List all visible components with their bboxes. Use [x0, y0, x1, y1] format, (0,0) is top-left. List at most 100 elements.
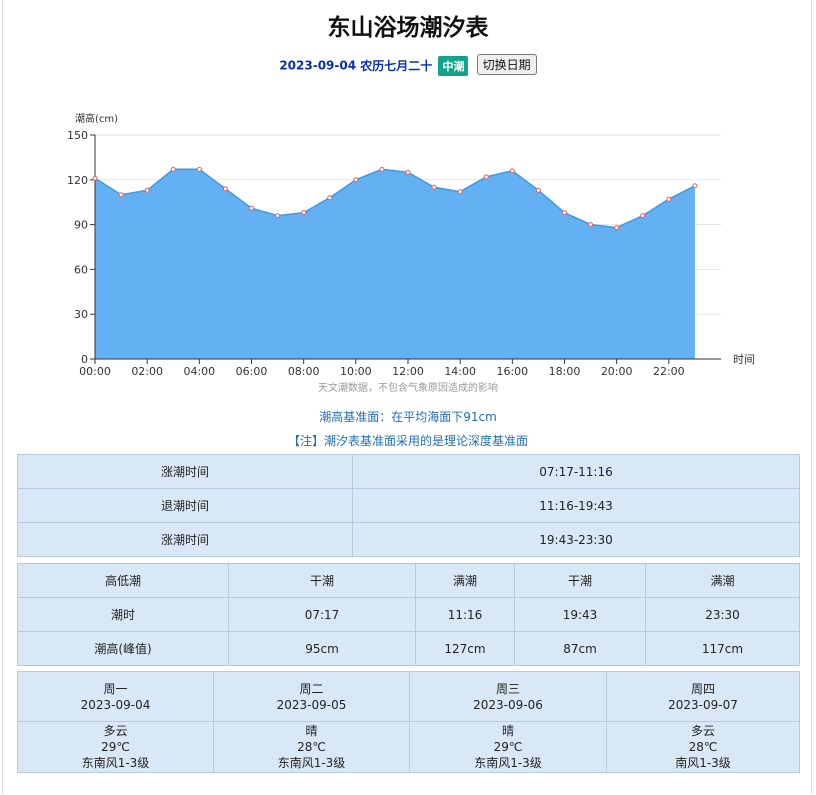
temperature: 28℃: [688, 740, 718, 754]
data-point: [405, 169, 411, 175]
weekday: 周三: [495, 681, 520, 696]
weekday: 周一: [103, 681, 128, 696]
data-point: [509, 168, 515, 174]
data-point: [666, 196, 672, 202]
tide-times-table: 高低潮 干潮 满潮 干潮 满潮 潮时 07:17 11:16 19:43 23:…: [17, 563, 800, 666]
forecast-day-cell: 周一 2023-09-04: [17, 671, 214, 722]
forecast-day-cell: 周二 2023-09-05: [213, 671, 410, 722]
weather-forecast-table: 周一 2023-09-04 周二 2023-09-05 周三 2023-09-06 周…: [17, 671, 800, 773]
data-point: [327, 195, 333, 201]
data-point: [379, 166, 385, 172]
data-point: [353, 177, 359, 183]
weather: 晴: [501, 724, 514, 738]
table-cell: 19:43: [514, 597, 646, 632]
data-point: [692, 183, 698, 189]
data-point: [588, 222, 594, 228]
switch-date-button[interactable]: 切换日期: [476, 54, 537, 75]
forecast-date-row: 周一 2023-09-04 周二 2023-09-05 周三 2023-09-06 周…: [17, 671, 800, 722]
period-value: 11:16-19:43: [352, 488, 800, 523]
x-axis-label: 时间: [733, 353, 755, 366]
table-cell: 潮时: [17, 597, 229, 632]
period-label: 涨潮时间: [17, 454, 353, 489]
date-text: 2023-09-04: [279, 58, 357, 73]
table-cell: 23:30: [645, 597, 800, 632]
data-point: [222, 186, 228, 192]
y-tick-label: 30: [74, 308, 88, 321]
weather: 多云: [690, 724, 715, 738]
weather: 晴: [305, 724, 318, 738]
y-tick-label: 150: [67, 129, 88, 142]
data-point: [535, 187, 541, 193]
temperature: 29℃: [493, 740, 523, 754]
temperature: 28℃: [297, 740, 326, 754]
chart-caption: 天文潮数据，不包含气象原因造成的影响: [318, 381, 498, 394]
table-header-cell: 满潮: [415, 563, 515, 598]
temperature: 29℃: [101, 740, 130, 754]
forecast-day-cell: 周四 2023-09-07: [606, 671, 800, 722]
x-tick-label: 22:00: [653, 365, 685, 378]
datum-note: 潮高基准面：在平均海面下91cm: [319, 410, 497, 424]
forecast-weather-cell: 多云 28℃ 南风1-3级: [606, 721, 800, 773]
period-label: 涨潮时间: [17, 522, 353, 557]
data-point: [170, 166, 176, 172]
forecast-weather-cell: 晴 28℃ 东南风1-3级: [213, 721, 410, 773]
x-tick-label: 04:00: [183, 365, 215, 378]
period-value: 07:17-11:16: [352, 454, 800, 489]
table-cell: 潮高(峰值): [17, 631, 229, 666]
weekday: 周四: [690, 681, 715, 696]
depth-note: 【注】潮汐表基准面采用的是理论深度基准面: [287, 434, 528, 448]
x-tick-label: 02:00: [131, 365, 163, 378]
forecast-day-cell: 周三 2023-09-06: [409, 671, 607, 722]
tide-type-badge: 中潮: [438, 55, 469, 76]
table-cell: 127cm: [415, 631, 515, 666]
tide-area: [95, 169, 695, 359]
table-row: 涨潮时间 19:43-23:30: [17, 522, 800, 557]
forecast-date: 2023-09-04: [80, 697, 151, 712]
forecast-weather-row: 多云 29℃ 东南风1-3级 晴 28℃ 东南风1-3级 晴 29℃ 东南风1-3级 多云 2…: [17, 721, 800, 773]
y-tick-label: 60: [74, 263, 88, 276]
x-tick-label: 10:00: [340, 365, 372, 378]
table-header-row: 高低潮 干潮 满潮 干潮 满潮: [17, 563, 800, 598]
table-cell: 07:17: [228, 597, 416, 632]
data-point: [249, 205, 254, 211]
table-cell: 95cm: [228, 631, 416, 666]
data-point: [92, 175, 98, 181]
y-tick-label: 120: [67, 174, 88, 187]
table-row: 涨潮时间 07:17-11:16: [17, 454, 800, 489]
forecast-weather-cell: 晴 29℃ 东南风1-3级: [409, 721, 607, 773]
table-header-cell: 干潮: [228, 563, 416, 598]
table-cell: 87cm: [514, 631, 646, 666]
lunar-date-text: 农历七月二十: [360, 59, 433, 73]
x-tick-label: 12:00: [392, 365, 424, 378]
period-label: 退潮时间: [17, 488, 353, 523]
x-tick-label: 14:00: [444, 365, 476, 378]
date-line: 2023-09-04 农历七月二十 中潮 切换日期: [0, 54, 816, 76]
tide-periods-table: 涨潮时间 07:17-11:16 退潮时间 11:16-19:43 涨潮时间 1…: [17, 454, 800, 557]
tide-chart: 030609012015000:00 02:00 04:00 06:00 08:00 10…: [67, 112, 755, 394]
data-point: [483, 174, 489, 180]
data-point: [614, 225, 620, 231]
x-tick-label: 18:00: [549, 365, 581, 378]
x-tick-label: 20:00: [601, 365, 633, 378]
data-point: [144, 187, 150, 193]
wind: 东南风1-3级: [277, 756, 346, 770]
data-point: [275, 213, 281, 219]
table-row: 潮时 07:17 11:16 19:43 23:30: [17, 597, 800, 632]
wind: 东南风1-3级: [81, 756, 150, 770]
wind: 东南风1-3级: [474, 756, 542, 770]
forecast-date: 2023-09-07: [668, 697, 738, 712]
y-axis-label: 潮高(cm): [75, 112, 118, 125]
period-value: 19:43-23:30: [352, 522, 800, 557]
weekday: 周二: [299, 681, 324, 696]
weather: 多云: [103, 724, 128, 738]
y-tick-label: 90: [74, 219, 88, 232]
x-tick-label: 16:00: [496, 365, 528, 378]
table-header-cell: 高低潮: [17, 563, 229, 598]
table-header-cell: 干潮: [514, 563, 646, 598]
wind: 南风1-3级: [675, 756, 731, 770]
data-point: [118, 192, 124, 198]
data-point: [562, 210, 567, 216]
forecast-weather-cell: 多云 29℃ 东南风1-3级: [17, 721, 214, 773]
forecast-date: 2023-09-06: [473, 697, 543, 712]
x-tick-label: 06:00: [236, 365, 268, 378]
